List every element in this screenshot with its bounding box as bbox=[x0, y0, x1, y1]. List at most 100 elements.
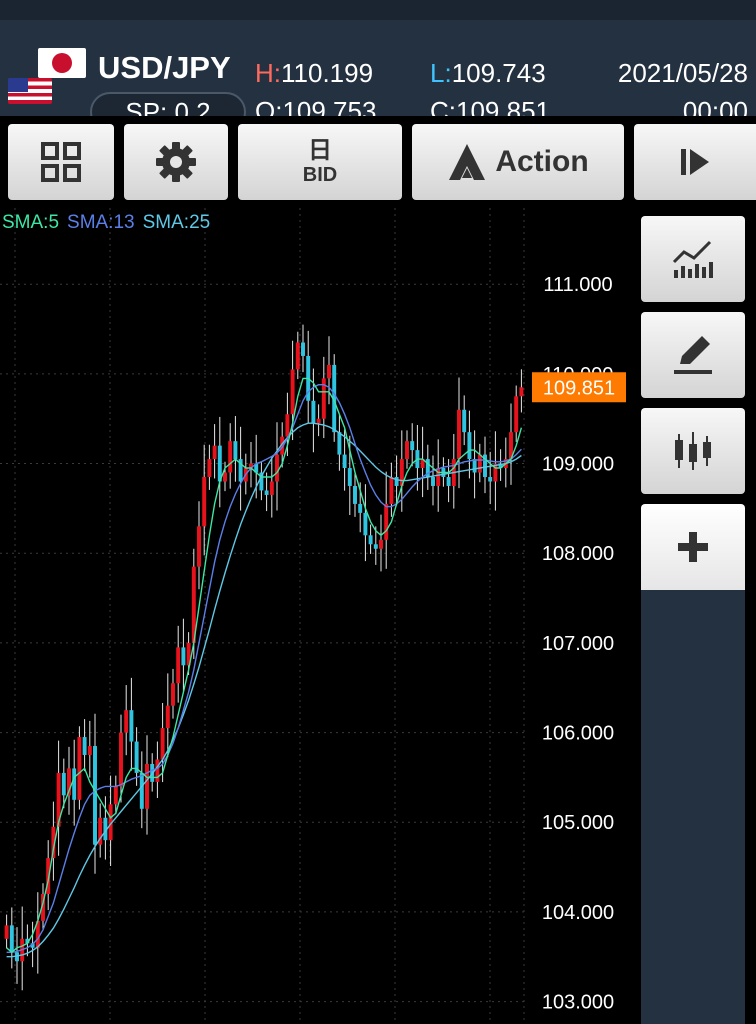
y-tick-label: 109.000 bbox=[542, 454, 614, 476]
sma25-line bbox=[6, 422, 522, 958]
chart-type-button[interactable] bbox=[641, 408, 745, 494]
candle-body bbox=[394, 477, 399, 486]
layout-grid-icon bbox=[41, 142, 81, 182]
candle-body bbox=[311, 400, 316, 424]
currency-pair-title[interactable]: USD/JPY bbox=[98, 50, 231, 86]
indicator-button[interactable] bbox=[641, 216, 745, 302]
y-tick-label: 106.000 bbox=[542, 723, 614, 745]
candle-body bbox=[233, 441, 238, 460]
low-key: L: bbox=[430, 58, 452, 88]
play-icon bbox=[681, 149, 709, 175]
sma25-legend: SMA:25 bbox=[142, 212, 211, 233]
price-type-label: BID bbox=[302, 164, 338, 186]
timeframe-label: 日 bbox=[308, 137, 332, 164]
currency-pair-flags[interactable] bbox=[8, 48, 86, 106]
right-tool-panel bbox=[632, 208, 756, 1024]
sma5-legend: SMA:5 bbox=[2, 212, 60, 233]
drawing-button[interactable] bbox=[641, 312, 745, 398]
candle-body bbox=[212, 445, 217, 460]
candle-body bbox=[77, 737, 82, 800]
candle-body bbox=[113, 786, 118, 805]
candle-body bbox=[181, 647, 186, 666]
sma-legend: SMA:5 SMA:13 SMA:25 bbox=[2, 212, 218, 234]
candle-body bbox=[446, 477, 451, 486]
japan-flag-icon bbox=[38, 48, 86, 78]
y-tick-label: 107.000 bbox=[542, 633, 614, 655]
candle-body bbox=[139, 772, 144, 809]
candle-body bbox=[462, 409, 467, 433]
candle-body bbox=[410, 441, 415, 451]
candle-body bbox=[93, 746, 97, 845]
layout-button[interactable] bbox=[8, 124, 114, 200]
candle-body bbox=[295, 342, 300, 370]
candle-body bbox=[514, 396, 519, 433]
candle-body bbox=[290, 369, 295, 415]
settings-button[interactable] bbox=[124, 124, 228, 200]
candle-body bbox=[119, 732, 123, 787]
action-button[interactable]: Action bbox=[412, 124, 624, 200]
candle-body bbox=[61, 772, 66, 796]
candle-body bbox=[72, 768, 77, 800]
y-tick-label: 104.000 bbox=[542, 902, 614, 924]
high-price: H:110.199 bbox=[255, 58, 373, 89]
high-value: 110.199 bbox=[281, 58, 374, 88]
candle-body bbox=[488, 477, 493, 482]
candle-body bbox=[373, 544, 378, 549]
candle-body bbox=[353, 485, 357, 504]
status-bar bbox=[0, 0, 756, 20]
plus-icon bbox=[678, 532, 708, 562]
candle-body bbox=[160, 728, 165, 760]
candle-body bbox=[457, 409, 461, 460]
gear-icon bbox=[156, 142, 196, 182]
current-price-label: 109.851 bbox=[543, 377, 615, 399]
us-flag-icon bbox=[8, 78, 52, 104]
candle-body bbox=[165, 705, 170, 729]
sma13-legend: SMA:13 bbox=[67, 212, 135, 233]
candle-body bbox=[389, 477, 394, 504]
candle-body bbox=[4, 925, 9, 939]
quote-header: USD/JPY SP: 0.2 H:110.199 O:109.753 L:10… bbox=[0, 20, 756, 132]
candle-body bbox=[405, 441, 409, 460]
bar-date: 2021/05/28 bbox=[617, 58, 748, 88]
y-tick-label: 111.000 bbox=[543, 274, 612, 296]
candlestick-icon bbox=[675, 432, 711, 470]
candle-body bbox=[124, 710, 129, 733]
candle-body bbox=[207, 459, 212, 478]
add-chart-button[interactable] bbox=[641, 504, 745, 590]
candle-body bbox=[285, 414, 290, 437]
candle-body bbox=[228, 441, 233, 473]
candle-body bbox=[337, 432, 342, 455]
y-tick-label: 105.000 bbox=[542, 812, 614, 834]
action-logo-icon bbox=[449, 144, 486, 180]
candle-body bbox=[347, 468, 352, 486]
candle-body bbox=[155, 759, 160, 782]
candle-body bbox=[477, 454, 482, 473]
chart-toolbar: 日 BID Action bbox=[0, 116, 756, 208]
action-label: Action bbox=[495, 145, 589, 178]
candle-body bbox=[342, 454, 347, 469]
play-button[interactable] bbox=[634, 124, 756, 200]
indicator-list-panel bbox=[641, 590, 745, 1024]
candle-body bbox=[379, 539, 383, 549]
low-value: 109.743 bbox=[451, 58, 546, 88]
candle-body bbox=[519, 387, 524, 397]
low-price: L:109.743 bbox=[430, 58, 546, 89]
timeframe-bid-button[interactable]: 日 BID bbox=[238, 124, 402, 200]
candle-body bbox=[467, 432, 472, 460]
candle-body bbox=[223, 472, 227, 482]
y-tick-label: 103.000 bbox=[542, 992, 614, 1014]
candle-body bbox=[472, 459, 477, 473]
candle-body bbox=[9, 925, 14, 953]
candlestick-chart[interactable]: 111.000110.000109.000108.000107.000106.0… bbox=[0, 208, 632, 1024]
candle-body bbox=[197, 526, 201, 567]
candle-body bbox=[171, 683, 175, 706]
candle-body bbox=[327, 364, 331, 379]
candle-body bbox=[129, 710, 134, 742]
draw-pen-icon bbox=[674, 336, 712, 374]
y-tick-label: 108.000 bbox=[542, 543, 614, 565]
candle-body bbox=[264, 490, 269, 495]
candle-body bbox=[87, 746, 92, 755]
candle-body bbox=[384, 503, 389, 540]
candle-body bbox=[275, 454, 279, 482]
candle-body bbox=[269, 481, 274, 495]
